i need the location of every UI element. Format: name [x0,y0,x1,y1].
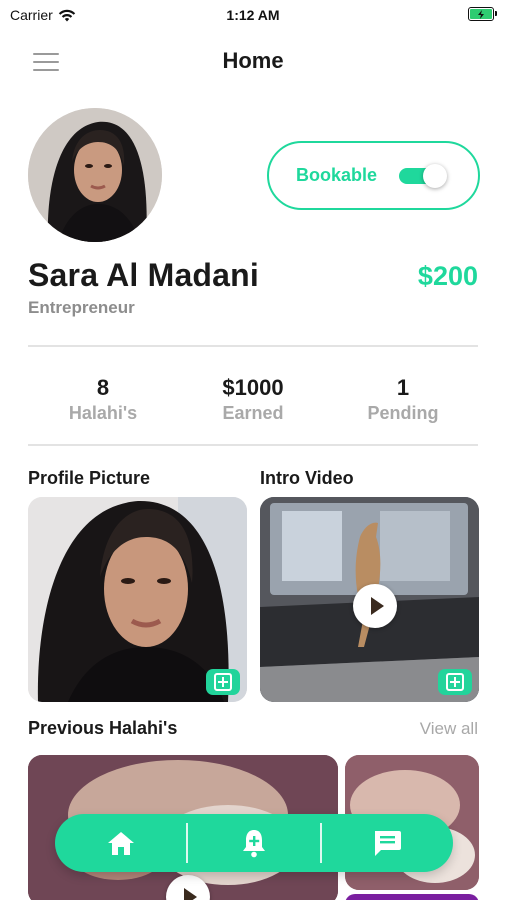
divider [28,345,478,347]
app-header: Home [0,40,506,84]
previous-halahis-title: Previous Halahi's [28,718,178,738]
intro-video-card[interactable] [260,497,479,702]
add-intro-video-button[interactable] [438,669,472,695]
status-bar: Carrier 1:12 AM [0,0,506,30]
view-all-link[interactable]: View all [420,719,478,739]
avatar[interactable] [28,108,162,242]
avatar-image [28,108,162,242]
profile-name: Sara Al Madani [28,257,260,293]
stat-value: 1 [396,375,410,400]
stat-value: $1000 [222,375,284,400]
stat-label: Pending [367,403,439,423]
profile-price: $200 [417,261,478,291]
charging-bolt-icon [478,9,484,19]
stat-label: Earned [222,403,284,423]
previous-halahi-card[interactable] [345,894,479,900]
switch-knob [423,163,448,188]
page-title: Home [222,48,284,73]
add-profile-picture-button[interactable] [206,669,240,695]
bookable-label: Bookable [296,165,378,185]
nav-messages[interactable] [322,814,453,872]
home-icon [107,832,134,855]
divider [28,444,478,446]
intro-video-title: Intro Video [260,468,354,488]
bell-plus-icon [242,830,265,858]
status-time: 1:12 AM [226,7,280,23]
stat-label: Halahi's [68,403,138,423]
nav-home[interactable] [55,814,186,872]
profile-role: Entrepreneur [28,298,135,317]
add-icon [214,673,232,691]
play-intro-video-button[interactable] [353,584,397,628]
battery-fill [470,9,492,19]
stat-pending: 1 Pending [328,374,478,424]
stats-row: 8 Halahi's $1000 Earned 1 Pending [28,374,478,424]
nav-notifications[interactable] [188,814,319,872]
stat-earned: $1000 Earned [178,374,328,424]
bookable-switch[interactable] [399,163,448,188]
chat-icon [375,831,402,856]
bookable-toggle-button[interactable]: Bookable [267,141,480,210]
stat-halahis: 8 Halahi's [28,374,178,424]
add-icon [446,673,464,691]
battery-icon [468,7,497,21]
profile-picture-card[interactable] [28,497,247,702]
stat-value: 8 [96,375,110,400]
profile-picture-title: Profile Picture [28,468,151,488]
bottom-navigation [55,814,453,872]
